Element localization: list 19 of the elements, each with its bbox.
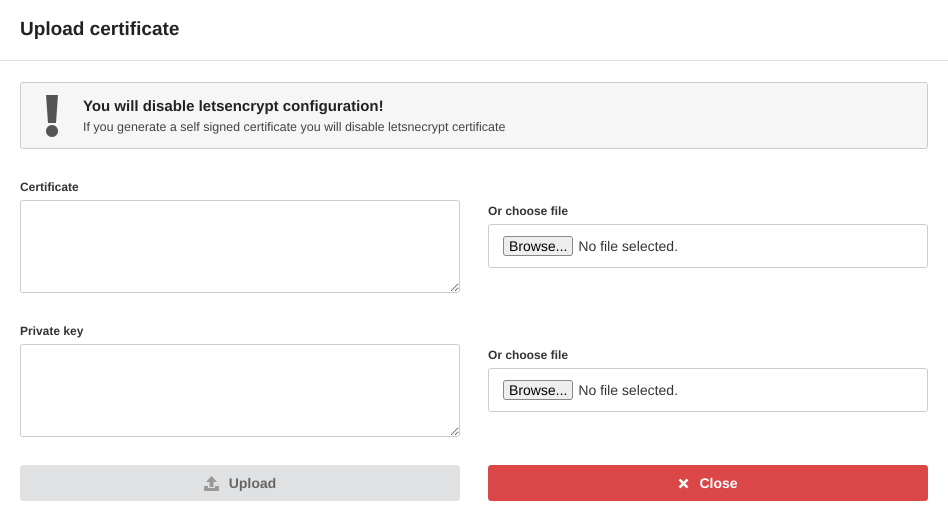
file-field[interactable]: Browse... No file selected. xyxy=(488,368,928,412)
alert-title: You will disable letsencrypt configuration! xyxy=(83,98,385,114)
browse-button[interactable]: Browse... xyxy=(503,236,574,256)
text-area[interactable] xyxy=(20,200,460,293)
file-status: No file selected. xyxy=(578,238,678,254)
exclamation-icon xyxy=(45,94,59,136)
field-label: Or choose file xyxy=(488,348,570,362)
file-field[interactable]: Browse... No file selected. xyxy=(488,224,928,268)
close-button[interactable]: Close xyxy=(488,465,928,501)
browse-button[interactable]: Browse... xyxy=(503,380,574,400)
field-label: Certificate xyxy=(20,180,80,194)
field-label: Private key xyxy=(20,324,84,338)
file-status: No file selected. xyxy=(578,382,678,398)
field-label: Or choose file xyxy=(488,204,570,218)
text-area[interactable] xyxy=(20,344,460,437)
upload-icon xyxy=(204,476,219,490)
alert-message: If you generate a self signed certificate you will disable letsnecrypt certificate xyxy=(83,120,506,134)
dialog-title: Upload certificate xyxy=(20,19,180,41)
close-icon xyxy=(678,478,690,488)
